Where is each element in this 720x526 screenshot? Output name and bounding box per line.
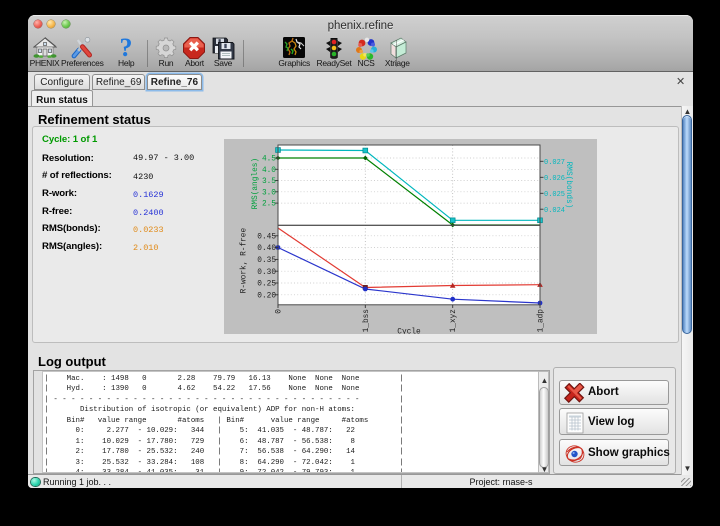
svg-text:?: ? — [120, 37, 133, 59]
svg-text:0.40: 0.40 — [257, 245, 276, 253]
svg-text:0.027: 0.027 — [544, 159, 565, 167]
svg-text:Cycle: Cycle — [397, 329, 421, 335]
svg-text:0.026: 0.026 — [544, 175, 565, 183]
svg-text:1_xyz: 1_xyz — [450, 309, 458, 333]
svg-text:1_bss: 1_bss — [363, 309, 371, 333]
svg-text:2.5: 2.5 — [262, 201, 276, 209]
svg-text:3.5: 3.5 — [262, 178, 276, 186]
svg-text:0.024: 0.024 — [544, 207, 565, 215]
svg-text:RMS(angles): RMS(angles) — [252, 158, 260, 209]
svg-text:4.5: 4.5 — [262, 156, 276, 164]
svg-text:0: 0 — [276, 309, 284, 314]
svg-text:0.025: 0.025 — [544, 191, 565, 199]
svg-text:RMS(bonds): RMS(bonds) — [564, 162, 572, 209]
svg-text:0.35: 0.35 — [257, 257, 276, 265]
svg-text:3.0: 3.0 — [262, 189, 276, 197]
svg-text:1_adp: 1_adp — [538, 309, 546, 333]
svg-text:0.30: 0.30 — [257, 269, 276, 277]
svg-text:0.45: 0.45 — [257, 233, 276, 241]
svg-text:R-work, R-free: R-work, R-free — [241, 228, 249, 294]
svg-text:4.0: 4.0 — [262, 167, 276, 175]
svg-text:0.20: 0.20 — [257, 292, 276, 300]
svg-text:0.25: 0.25 — [257, 281, 276, 289]
